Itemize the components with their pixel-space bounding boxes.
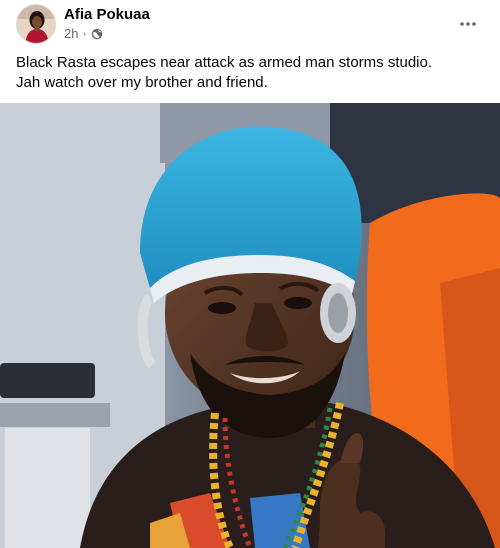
author-avatar[interactable] (16, 4, 56, 44)
avatar-image (17, 5, 55, 43)
globe-icon[interactable] (91, 28, 103, 40)
post-photo[interactable] (0, 103, 500, 548)
post-caption: Black Rasta escapes near attack as armed… (16, 53, 486, 93)
post-header: Afia Pokuaa 2h · (0, 0, 500, 50)
post-time[interactable]: 2h (64, 26, 78, 41)
more-options-icon[interactable] (456, 12, 480, 36)
meta-separator: · (82, 26, 87, 41)
caption-line-2: Jah watch over my brother and friend. (16, 74, 268, 91)
author-name[interactable]: Afia Pokuaa (64, 6, 150, 23)
photo-image (0, 103, 500, 548)
facebook-post: Afia Pokuaa 2h · Black Rasta escapes nea… (0, 0, 500, 548)
post-meta: 2h · (64, 26, 103, 41)
caption-line-1: Black Rasta escapes near attack as armed… (16, 54, 433, 71)
